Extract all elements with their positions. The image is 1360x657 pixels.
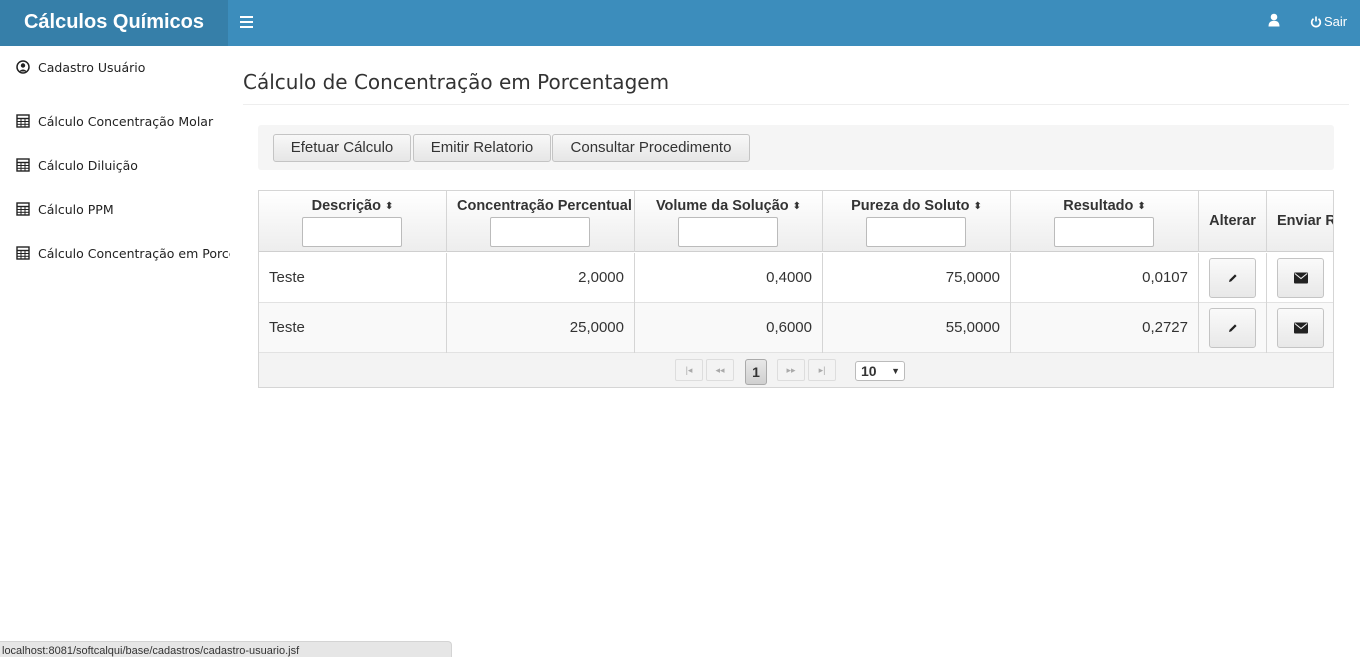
sidebar-item-label: Cálculo PPM xyxy=(38,202,114,217)
sort-icon[interactable]: ⬍ xyxy=(1137,201,1145,212)
last-page-button[interactable]: ▸| xyxy=(808,359,836,381)
user-icon[interactable] xyxy=(1268,13,1284,31)
filter-pureza-input[interactable] xyxy=(866,217,966,247)
browser-status-bar: localhost:8081/softcalqui/base/cadastros… xyxy=(0,641,452,657)
send-report-button[interactable] xyxy=(1277,258,1324,298)
column-header-descricao[interactable]: Descrição ⬍ xyxy=(259,191,447,252)
page-number-button[interactable]: 1 xyxy=(745,359,767,385)
column-header-pureza[interactable]: Pureza do Soluto ⬍ xyxy=(823,191,1011,252)
cell-pureza: 55,0000 xyxy=(823,303,1011,353)
filter-descricao-input[interactable] xyxy=(302,217,402,247)
emitir-relatorio-button[interactable]: Emitir Relatorio xyxy=(413,134,551,162)
action-toolbar: Efetuar Cálculo Emitir Relatorio Consult… xyxy=(258,125,1334,170)
cell-descricao: Teste xyxy=(259,303,447,353)
calculator-icon xyxy=(16,246,30,260)
send-report-button[interactable] xyxy=(1277,308,1324,348)
prev-page-button[interactable]: ◂◂ xyxy=(706,359,734,381)
sidebar-item-label: Cadastro Usuário xyxy=(38,60,146,75)
cell-volume: 0,4000 xyxy=(635,253,823,303)
sidebar-item-label: Cálculo Concentração em Porcentagem xyxy=(38,246,230,261)
edit-button[interactable] xyxy=(1209,308,1256,348)
sidebar-item-label: Cálculo Diluição xyxy=(38,158,138,173)
envelope-icon xyxy=(1293,272,1308,284)
user-circle-icon xyxy=(16,60,30,74)
sidebar: Cadastro Usuário Cálculo Concentração Mo… xyxy=(0,46,230,641)
sort-icon[interactable]: ⬍ xyxy=(793,201,801,212)
pencil-icon xyxy=(1228,324,1237,332)
sidebar-item-label: Cálculo Concentração Molar xyxy=(38,114,214,129)
column-header-volume[interactable]: Volume da Solução ⬍ xyxy=(635,191,823,252)
envelope-icon xyxy=(1293,322,1308,334)
rows-per-page-select[interactable]: 10 ▼ xyxy=(855,361,905,381)
paginator: |◂ ◂◂ 1 ▸▸ ▸| 10 ▼ xyxy=(259,353,1333,387)
table-header: Descrição ⬍ Concentração Percentual Volum… xyxy=(259,191,1333,252)
dropdown-arrow-icon: ▼ xyxy=(891,366,900,376)
sidebar-item-cadastro-usuario[interactable]: Cadastro Usuário xyxy=(16,60,230,80)
results-table: Descrição ⬍ Concentração Percentual Volum… xyxy=(258,190,1334,388)
column-header-enviar: Enviar Relatório xyxy=(1267,191,1333,252)
sidebar-item-concentracao-molar[interactable]: Cálculo Concentração Molar xyxy=(16,114,230,134)
sort-icon[interactable]: ⬍ xyxy=(385,201,393,212)
pencil-icon xyxy=(1228,274,1237,282)
edit-button[interactable] xyxy=(1209,258,1256,298)
logout-label: Sair xyxy=(1324,14,1348,29)
hamburger-icon[interactable] xyxy=(240,13,258,33)
cell-alterar xyxy=(1199,303,1267,353)
sidebar-item-ppm[interactable]: Cálculo PPM xyxy=(16,202,230,222)
cell-volume: 0,6000 xyxy=(635,303,823,353)
calculator-icon xyxy=(16,114,30,128)
cell-resultado: 0,2727 xyxy=(1011,303,1199,353)
calculator-icon xyxy=(16,158,30,172)
logout-link[interactable]: Sair xyxy=(1310,13,1347,31)
first-page-button[interactable]: |◂ xyxy=(675,359,703,381)
cell-resultado: 0,0107 xyxy=(1011,253,1199,303)
consultar-procedimento-button[interactable]: Consultar Procedimento xyxy=(552,134,750,162)
cell-concentracao: 2,0000 xyxy=(447,253,635,303)
top-navbar: Cálculos Químicos Sair xyxy=(0,0,1360,46)
sidebar-item-diluicao[interactable]: Cálculo Diluição xyxy=(16,158,230,178)
table-row: Teste 2,0000 0,4000 75,0000 0,0107 xyxy=(259,253,1333,303)
efetuar-calculo-button[interactable]: Efetuar Cálculo xyxy=(273,134,411,162)
filter-volume-input[interactable] xyxy=(678,217,778,247)
filter-concentracao-input[interactable] xyxy=(490,217,590,247)
column-header-resultado[interactable]: Resultado ⬍ xyxy=(1011,191,1199,252)
page-title: Cálculo de Concentração em Porcentagem xyxy=(243,70,670,94)
sidebar-item-concentracao-porcentagem[interactable]: Cálculo Concentração em Porcentagem xyxy=(16,246,230,266)
column-header-concentracao[interactable]: Concentração Percentual xyxy=(447,191,635,252)
next-page-button[interactable]: ▸▸ xyxy=(777,359,805,381)
power-icon xyxy=(1310,16,1322,28)
cell-pureza: 75,0000 xyxy=(823,253,1011,303)
cell-alterar xyxy=(1199,253,1267,303)
cell-enviar xyxy=(1267,303,1333,353)
cell-enviar xyxy=(1267,253,1333,303)
cell-concentracao: 25,0000 xyxy=(447,303,635,353)
app-logo[interactable]: Cálculos Químicos xyxy=(0,0,228,46)
table-row: Teste 25,0000 0,6000 55,0000 0,2727 xyxy=(259,303,1333,353)
divider xyxy=(243,104,1349,105)
sort-icon[interactable]: ⬍ xyxy=(974,201,982,212)
cell-descricao: Teste xyxy=(259,253,447,303)
filter-resultado-input[interactable] xyxy=(1054,217,1154,247)
column-header-alterar: Alterar xyxy=(1199,191,1267,252)
calculator-icon xyxy=(16,202,30,216)
